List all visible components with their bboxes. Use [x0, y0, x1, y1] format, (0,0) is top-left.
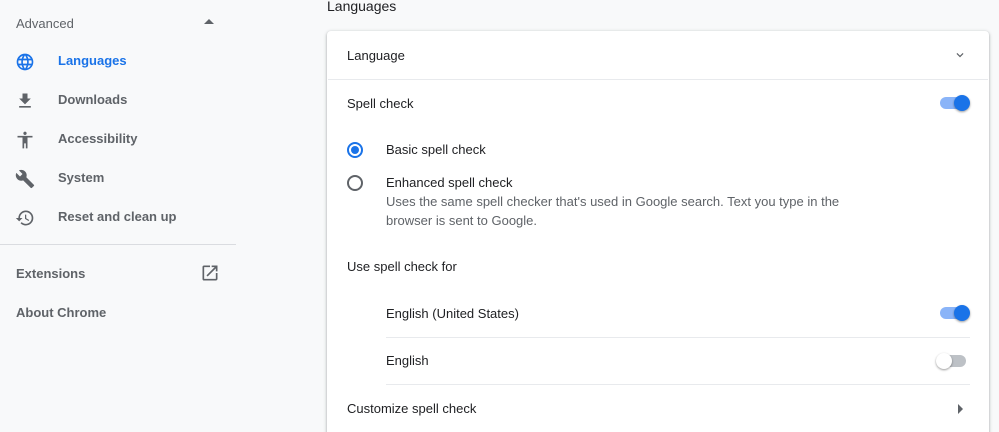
globe-icon	[16, 53, 34, 71]
toggle-knob	[954, 95, 970, 111]
english-toggle[interactable]	[936, 353, 968, 369]
language-row[interactable]: Language	[347, 48, 405, 63]
card-divider	[328, 79, 988, 80]
open-in-new-icon[interactable]	[200, 263, 220, 283]
sidebar-item-label: System	[58, 170, 105, 185]
toggle-knob	[936, 353, 952, 369]
language-english-label: English	[386, 353, 429, 368]
english-us-toggle[interactable]	[938, 305, 970, 321]
list-divider	[386, 384, 970, 385]
sidebar-item-system[interactable]: System	[0, 161, 236, 195]
list-divider	[386, 337, 970, 338]
sidebar-item-reset[interactable]: Reset and clean up	[0, 200, 236, 234]
sidebar-item-label: Reset and clean up	[58, 209, 177, 224]
toggle-knob	[954, 305, 970, 321]
use-spell-check-for-label: Use spell check for	[347, 259, 457, 274]
sidebar-item-about[interactable]: About Chrome	[16, 305, 106, 320]
advanced-section-toggle[interactable]: Advanced	[0, 7, 236, 39]
enhanced-spell-check-radio[interactable]	[347, 175, 363, 191]
accessibility-icon	[17, 131, 33, 149]
sidebar-item-extensions[interactable]: Extensions	[16, 266, 85, 281]
restore-icon	[15, 210, 34, 226]
basic-spell-check-label: Basic spell check	[386, 142, 486, 157]
arrow-right-icon[interactable]	[958, 404, 963, 414]
sidebar-divider	[0, 244, 236, 245]
wrench-icon	[15, 169, 35, 189]
advanced-label: Advanced	[16, 15, 74, 31]
basic-spell-check-radio[interactable]	[347, 142, 363, 158]
sidebar-item-label: Accessibility	[58, 131, 138, 146]
languages-card	[327, 31, 989, 432]
enhanced-spell-check-label: Enhanced spell check	[386, 175, 513, 190]
sidebar-item-label: Downloads	[58, 92, 128, 107]
sidebar-item-label: Languages	[58, 53, 127, 68]
sidebar-item-accessibility[interactable]: Accessibility	[0, 122, 236, 156]
caret-up-icon	[204, 19, 214, 24]
customize-spell-check-row[interactable]: Customize spell check	[347, 401, 476, 416]
spell-check-label: Spell check	[347, 96, 414, 111]
chevron-down-icon[interactable]	[953, 48, 967, 62]
sidebar: Advanced Languages Downloads Accessibili…	[0, 0, 236, 432]
sidebar-item-downloads[interactable]: Downloads	[0, 83, 236, 117]
settings-page: Advanced Languages Downloads Accessibili…	[0, 0, 999, 432]
language-english-us-label: English (United States)	[386, 306, 519, 321]
section-title: Languages	[327, 0, 397, 14]
enhanced-spell-check-description: Uses the same spell checker that's used …	[386, 194, 840, 228]
download-icon	[19, 93, 31, 108]
spell-check-toggle[interactable]	[938, 95, 970, 111]
sidebar-item-languages[interactable]: Languages	[0, 44, 236, 78]
